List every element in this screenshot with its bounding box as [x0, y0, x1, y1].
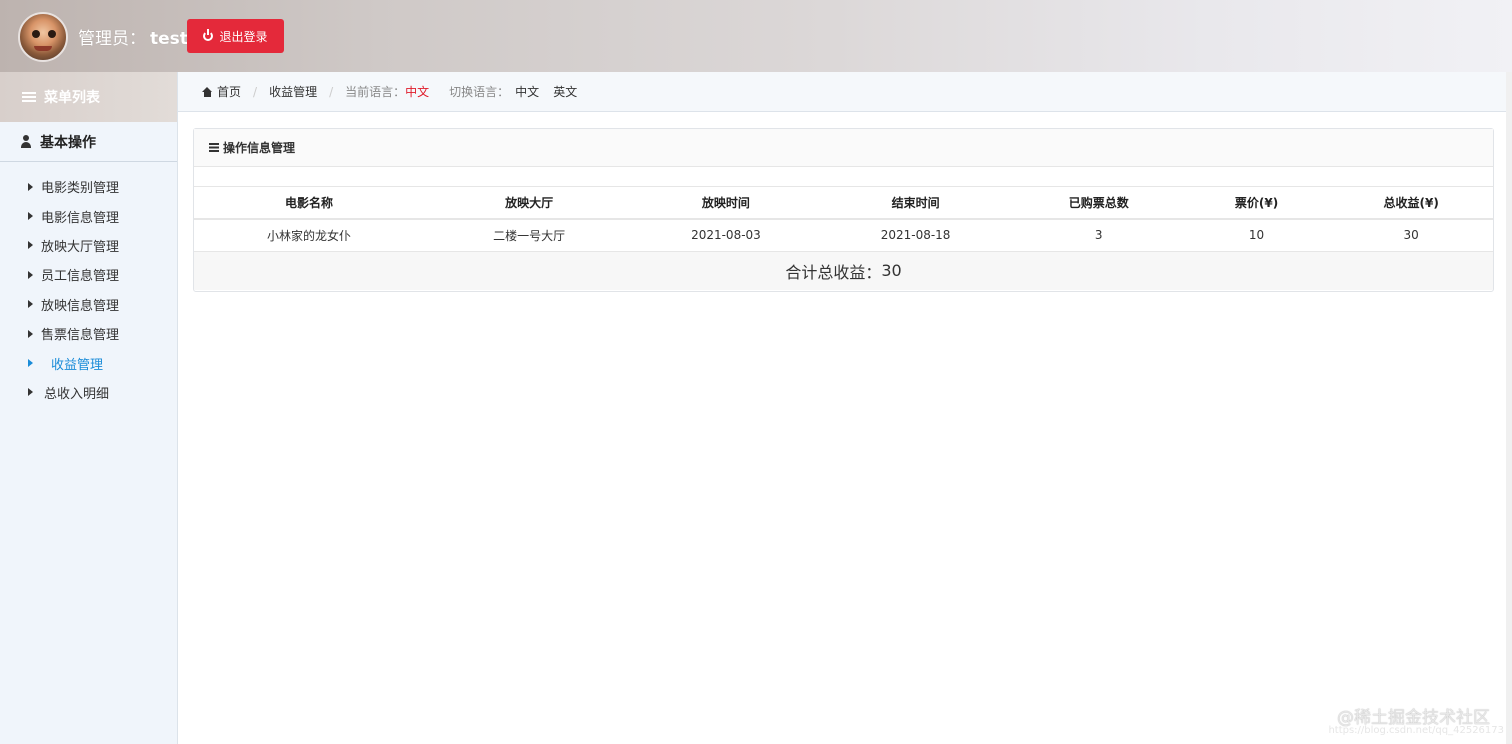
column-header: 电影名称 [194, 187, 424, 220]
section-title: 基本操作 [40, 134, 96, 151]
logout-button[interactable]: 退出登录 [187, 19, 284, 53]
current-language-label: 当前语言： [345, 85, 406, 99]
column-header: 票价(¥) [1183, 187, 1330, 220]
breadcrumb: 首页 / 收益管理 / 当前语言： 中文 切换语言： 中文 英文 [178, 72, 1512, 112]
admin-label: 管理员： [78, 29, 146, 49]
power-icon [203, 29, 214, 41]
lang-zh-link[interactable]: 中文 [515, 83, 539, 100]
caret-right-icon [28, 182, 33, 191]
cell-end-time: 2021-08-18 [817, 219, 1014, 252]
panel-title: 操作信息管理 [223, 141, 296, 155]
logout-label: 退出登录 [219, 29, 268, 44]
sidebar-item-income-detail[interactable]: 总收入明细 [0, 378, 177, 407]
home-icon [202, 86, 213, 97]
admin-info: 管理员： test [78, 24, 188, 49]
menu-list-title: 菜单列表 [44, 90, 100, 106]
sidebar-item-ticket[interactable]: 售票信息管理 [0, 319, 177, 348]
column-header: 放映时间 [634, 187, 818, 220]
admin-name: test [150, 29, 188, 49]
sidebar-item-movie-category[interactable]: 电影类别管理 [0, 172, 177, 201]
sidebar-item-label: 放映大厅管理 [41, 239, 120, 255]
bars-icon [209, 143, 219, 152]
total-label: 合计总收益： [785, 262, 882, 282]
sidebar-item-label: 售票信息管理 [41, 328, 120, 344]
sidebar-menu: 电影类别管理 电影信息管理 放映大厅管理 员工信息管理 放映信息管理 售票信息管… [0, 162, 177, 407]
table-header-row: 电影名称 放映大厅 放映时间 结束时间 已购票总数 票价(¥) 总收益(¥) [194, 187, 1493, 220]
watermark-url: https://blog.csdn.net/qq_42526173 [1328, 725, 1504, 736]
cell-hall: 二楼一号大厅 [423, 219, 635, 252]
sidebar-item-label: 员工信息管理 [41, 269, 120, 285]
user-icon [20, 135, 32, 148]
page-scrollbar[interactable] [1506, 72, 1512, 744]
revenue-table: 电影名称 放映大厅 放映时间 结束时间 已购票总数 票价(¥) 总收益(¥) 小… [194, 187, 1493, 252]
sidebar-item-label: 电影信息管理 [41, 210, 120, 226]
sidebar-item-label: 收益管理 [51, 357, 104, 373]
panel-header: 操作信息管理 [194, 129, 1493, 167]
sidebar-item-label: 总收入明细 [44, 386, 110, 402]
sidebar-item-revenue[interactable]: 收益管理 [0, 348, 177, 377]
breadcrumb-current: 收益管理 [269, 85, 318, 99]
menu-list-header: 菜单列表 [0, 72, 177, 122]
sidebar-item-label: 电影类别管理 [41, 181, 120, 197]
sidebar-item-hall[interactable]: 放映大厅管理 [0, 231, 177, 260]
cell-start-time: 2021-08-03 [634, 219, 818, 252]
sidebar-item-staff[interactable]: 员工信息管理 [0, 260, 177, 289]
cell-tickets-sold: 3 [1013, 219, 1184, 252]
list-icon [22, 92, 36, 102]
column-header: 总收益(¥) [1329, 187, 1493, 220]
caret-right-icon [28, 329, 33, 338]
cell-total-revenue: 30 [1329, 219, 1493, 252]
revenue-panel: 操作信息管理 电影名称 放映大厅 放映时间 结束时间 已购票总数 票价(¥) 总… [193, 128, 1494, 292]
switch-language-label: 切换语言： [449, 85, 510, 99]
top-header: 管理员： test 退出登录 [0, 0, 1512, 72]
total-revenue-footer: 合计总收益： 30 [194, 251, 1493, 290]
column-header: 已购票总数 [1013, 187, 1184, 220]
caret-right-icon [28, 270, 33, 279]
sidebar-item-movie-info[interactable]: 电影信息管理 [0, 201, 177, 230]
cell-ticket-price: 10 [1183, 219, 1330, 252]
cell-movie-name: 小林家的龙女仆 [194, 219, 424, 252]
column-header: 结束时间 [817, 187, 1014, 220]
column-header: 放映大厅 [423, 187, 635, 220]
section-basic-ops[interactable]: 基本操作 [0, 122, 177, 162]
breadcrumb-separator: / [329, 84, 334, 99]
breadcrumb-home[interactable]: 首页 [217, 83, 241, 100]
total-value: 30 [881, 261, 902, 280]
caret-right-icon [28, 388, 33, 397]
current-language-value: 中文 [405, 85, 430, 99]
breadcrumb-separator: / [253, 84, 258, 99]
sidebar: 菜单列表 基本操作 电影类别管理 电影信息管理 放映大厅管理 员工信息管理 放映… [0, 72, 178, 744]
panel-spacer [194, 167, 1493, 187]
caret-right-icon [28, 300, 33, 309]
table-row: 小林家的龙女仆 二楼一号大厅 2021-08-03 2021-08-18 3 1… [194, 219, 1493, 252]
caret-right-icon [28, 212, 33, 221]
admin-avatar [18, 12, 68, 62]
lang-en-link[interactable]: 英文 [553, 83, 577, 100]
caret-right-icon [28, 359, 33, 368]
sidebar-item-label: 放映信息管理 [41, 298, 120, 314]
caret-right-icon [28, 241, 33, 250]
sidebar-item-screening[interactable]: 放映信息管理 [0, 290, 177, 319]
